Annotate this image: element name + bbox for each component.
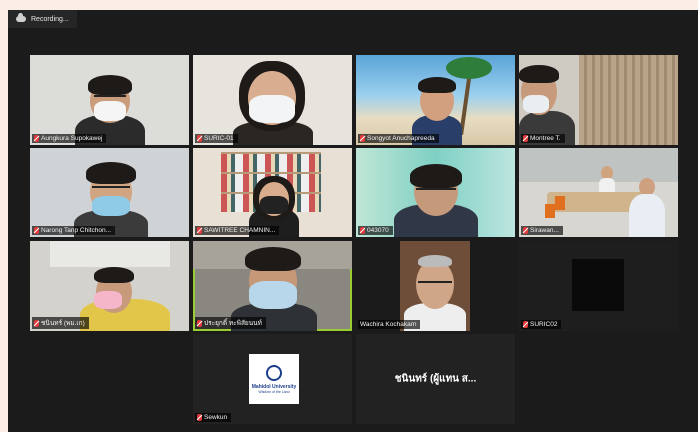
mic-muted-icon bbox=[197, 414, 202, 421]
mic-muted-icon bbox=[34, 135, 39, 142]
video-tile-sewkun[interactable]: Mahidol University Wisdom of the Land Se… bbox=[193, 334, 352, 424]
video-tile-sirawan[interactable]: Sirawan... bbox=[519, 148, 678, 237]
participant-name: ชนินทร์ (พม.เก) bbox=[32, 317, 89, 329]
participant-name: Wachira Kochakarn bbox=[358, 320, 421, 329]
participant-name: SURIC-01 bbox=[195, 134, 238, 143]
mic-muted-icon bbox=[360, 135, 365, 142]
mic-muted-icon bbox=[34, 319, 39, 327]
video-tile-suric-01[interactable]: SURIC-01 bbox=[193, 55, 352, 145]
video-tile-songyot[interactable]: Songyot Anuchapreeda bbox=[356, 55, 515, 145]
mic-muted-icon bbox=[523, 227, 528, 234]
mic-muted-icon bbox=[197, 135, 202, 142]
participant-name: ประยุกติ์ ทะพิสัยนนท์ bbox=[195, 317, 266, 329]
participant-name: 043070 bbox=[358, 226, 393, 235]
participant-name: Sirawan... bbox=[521, 226, 563, 235]
mic-muted-icon bbox=[34, 227, 39, 234]
university-seal-icon bbox=[266, 364, 282, 381]
mic-muted-icon bbox=[523, 135, 528, 142]
video-tile-wachira[interactable]: Wachira Kochakarn bbox=[356, 241, 515, 331]
video-tile-043070[interactable]: 043070 bbox=[356, 148, 515, 237]
participant-name: SURIC02 bbox=[521, 320, 562, 329]
participant-name: Montree T. bbox=[521, 134, 565, 143]
video-tile-suric02[interactable]: SURIC02 bbox=[519, 241, 678, 331]
video-tile-chanin[interactable]: ชนินทร์ (พม.เก) bbox=[30, 241, 189, 331]
participant-name: SAWITREE CHAMNIN... bbox=[195, 226, 280, 235]
participant-name: Narong Tanp Chitchon... bbox=[32, 226, 115, 235]
video-tile-active-speaker[interactable]: ประยุกติ์ ทะพิสัยนนท์ bbox=[193, 241, 352, 331]
participant-display-name: ชนินทร์ (ผู้แทน ส... bbox=[394, 373, 477, 385]
video-tile-narong[interactable]: Narong Tanp Chitchon... bbox=[30, 148, 189, 237]
participant-name: Sewkun bbox=[195, 413, 232, 422]
university-logo: Mahidol University Wisdom of the Land bbox=[249, 354, 299, 404]
video-tile-chanin-representative[interactable]: ชนินทร์ (ผู้แทน ส... bbox=[356, 334, 515, 424]
cloud-icon bbox=[16, 13, 26, 22]
recording-label: Recording... bbox=[31, 15, 69, 23]
mic-muted-icon bbox=[197, 227, 202, 234]
mic-muted-icon bbox=[523, 321, 528, 328]
video-tile-aungkura[interactable]: Aungkura Supokawej bbox=[30, 55, 189, 145]
participant-name: Aungkura Supokawej bbox=[32, 134, 107, 143]
recording-indicator[interactable]: Recording... bbox=[8, 10, 77, 28]
mic-muted-icon bbox=[197, 319, 202, 327]
mic-muted-icon bbox=[360, 227, 365, 234]
video-tile-sawitree[interactable]: SAWITREE CHAMNIN... bbox=[193, 148, 352, 237]
video-tile-montree[interactable]: Montree T. bbox=[519, 55, 678, 145]
participant-name: Songyot Anuchapreeda bbox=[358, 134, 439, 143]
